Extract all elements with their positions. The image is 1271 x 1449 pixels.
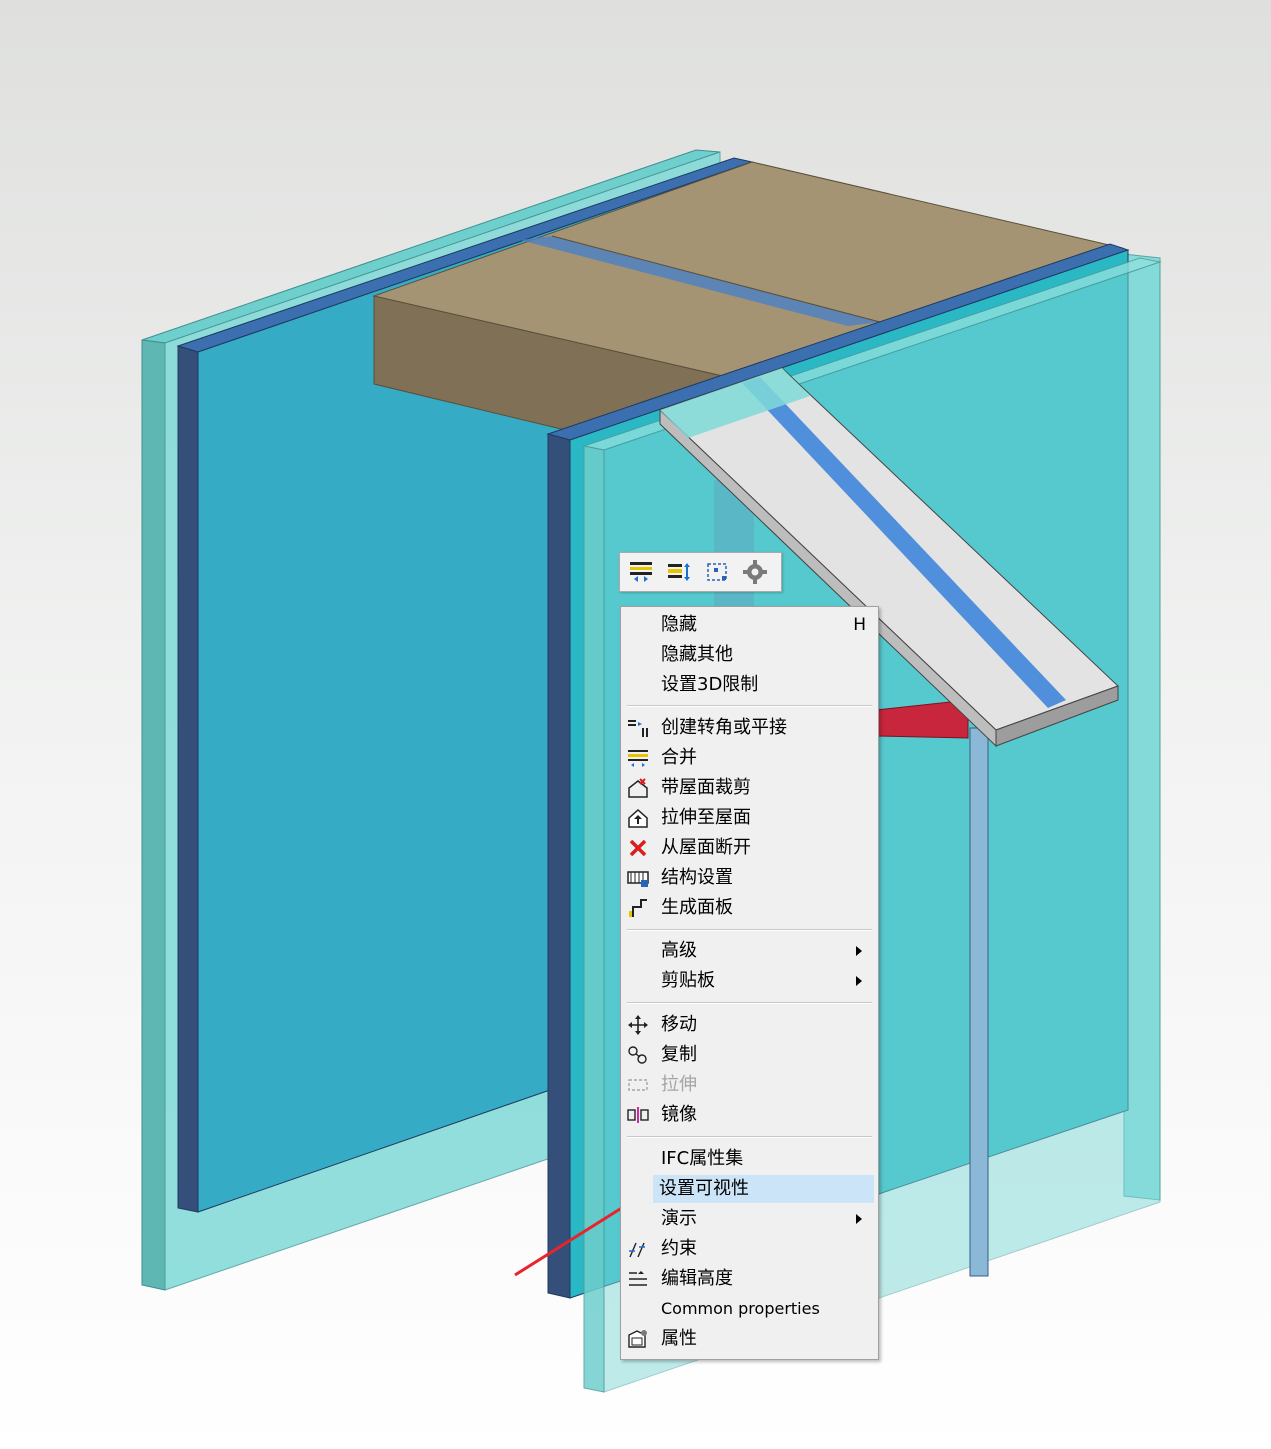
menu-item-label: 镜像 <box>661 1104 697 1125</box>
menu-item-label: 高级 <box>661 940 697 961</box>
menu-item-label: 设置可视性 <box>659 1178 749 1199</box>
menu-item-label: 带屋面裁剪 <box>661 777 751 798</box>
select-points-button[interactable] <box>700 557 734 587</box>
mini-toolbar <box>619 552 782 592</box>
stretch-icon <box>628 1079 648 1091</box>
split-button[interactable] <box>662 557 696 587</box>
merge-roof-icon <box>630 562 652 582</box>
generate-panels-icon <box>629 899 647 917</box>
menu-item-label: 复制 <box>661 1044 697 1065</box>
context-menu: 隐藏 H 隐藏其他 设置3D限制 创建转角或平接 合并 带屋面裁剪 拉伸至屋面 … <box>620 606 879 1360</box>
menu-item-label: 合并 <box>661 747 697 768</box>
menu-item-label: 隐藏 <box>661 614 697 635</box>
structure-settings-icon <box>627 871 649 887</box>
menu-item-structure-settings[interactable]: 结构设置 <box>623 864 876 892</box>
menu-item-set-visibility[interactable]: 设置可视性 <box>653 1175 874 1203</box>
menu-item-hide[interactable]: 隐藏 H <box>623 611 876 639</box>
menu-item-generate-panels[interactable]: 生成面板 <box>623 894 876 922</box>
menu-separator <box>627 705 872 707</box>
submenu-arrow-icon <box>856 976 862 986</box>
menu-item-ifc-property-sets[interactable]: IFC属性集 <box>623 1145 876 1173</box>
menu-item-hide-others[interactable]: 隐藏其他 <box>623 641 876 669</box>
menu-item-extend-to-roof[interactable]: 拉伸至屋面 <box>623 804 876 832</box>
settings-button[interactable] <box>738 557 772 587</box>
menu-item-merge[interactable]: 合并 <box>623 744 876 772</box>
menu-item-presentation[interactable]: 演示 <box>623 1205 876 1233</box>
menu-item-label: 剪贴板 <box>661 970 715 991</box>
submenu-arrow-icon <box>856 1214 862 1224</box>
menu-separator <box>627 1002 872 1004</box>
menu-item-create-corner[interactable]: 创建转角或平接 <box>623 714 876 742</box>
menu-item-properties[interactable]: 属性 <box>623 1325 876 1353</box>
menu-separator <box>627 929 872 931</box>
merge-icon <box>628 750 648 767</box>
menu-item-copy[interactable]: 复制 <box>623 1041 876 1069</box>
menu-item-label: 从屋面断开 <box>661 837 751 858</box>
menu-item-constraints[interactable]: 约束 <box>623 1235 876 1263</box>
corner-join-icon <box>628 720 648 737</box>
menu-item-mirror[interactable]: 镜像 <box>623 1101 876 1129</box>
menu-item-advanced[interactable]: 高级 <box>623 937 876 965</box>
menu-item-label: 约束 <box>661 1238 697 1259</box>
menu-item-clipboard[interactable]: 剪贴板 <box>623 967 876 995</box>
split-icon <box>668 563 690 581</box>
menu-item-label: 隐藏其他 <box>661 644 733 665</box>
menu-item-label: Common properties <box>661 1299 820 1318</box>
extend-roof-icon <box>628 808 648 828</box>
menu-item-common-properties[interactable]: Common properties <box>623 1295 876 1323</box>
select-points-icon <box>707 563 727 581</box>
menu-item-label: 编辑高度 <box>661 1268 733 1289</box>
delete-x-icon <box>629 839 647 857</box>
menu-item-move[interactable]: 移动 <box>623 1011 876 1039</box>
merge-roof-button[interactable] <box>624 557 658 587</box>
menu-item-edit-height[interactable]: 编辑高度 <box>623 1265 876 1293</box>
menu-item-label: 拉伸至屋面 <box>661 807 751 828</box>
menu-separator <box>627 1136 872 1138</box>
menu-item-stretch: 拉伸 <box>623 1071 876 1099</box>
shortcut-label: H <box>853 615 866 635</box>
move-icon <box>628 1015 648 1035</box>
properties-icon <box>628 1330 647 1348</box>
menu-item-label: 结构设置 <box>661 867 733 888</box>
roof-trim-icon <box>628 778 648 798</box>
copy-icon <box>628 1046 647 1064</box>
menu-item-label: 设置3D限制 <box>661 674 759 695</box>
menu-item-label: 演示 <box>661 1208 697 1229</box>
mirror-icon <box>627 1107 649 1123</box>
menu-item-label: IFC属性集 <box>661 1148 744 1169</box>
menu-item-set-3d-limit[interactable]: 设置3D限制 <box>623 671 876 699</box>
menu-item-label: 属性 <box>661 1328 697 1349</box>
menu-item-label: 创建转角或平接 <box>661 717 787 738</box>
menu-item-label: 移动 <box>661 1014 697 1035</box>
menu-item-label: 拉伸 <box>661 1074 697 1095</box>
post <box>969 727 989 1277</box>
submenu-arrow-icon <box>856 946 862 956</box>
gear-icon <box>743 560 767 584</box>
edit-height-icon <box>629 1271 647 1286</box>
constraints-icon <box>629 1242 645 1258</box>
menu-item-roof-trim[interactable]: 带屋面裁剪 <box>623 774 876 802</box>
menu-item-detach-roof[interactable]: 从屋面断开 <box>623 834 876 862</box>
menu-item-label: 生成面板 <box>661 897 733 918</box>
